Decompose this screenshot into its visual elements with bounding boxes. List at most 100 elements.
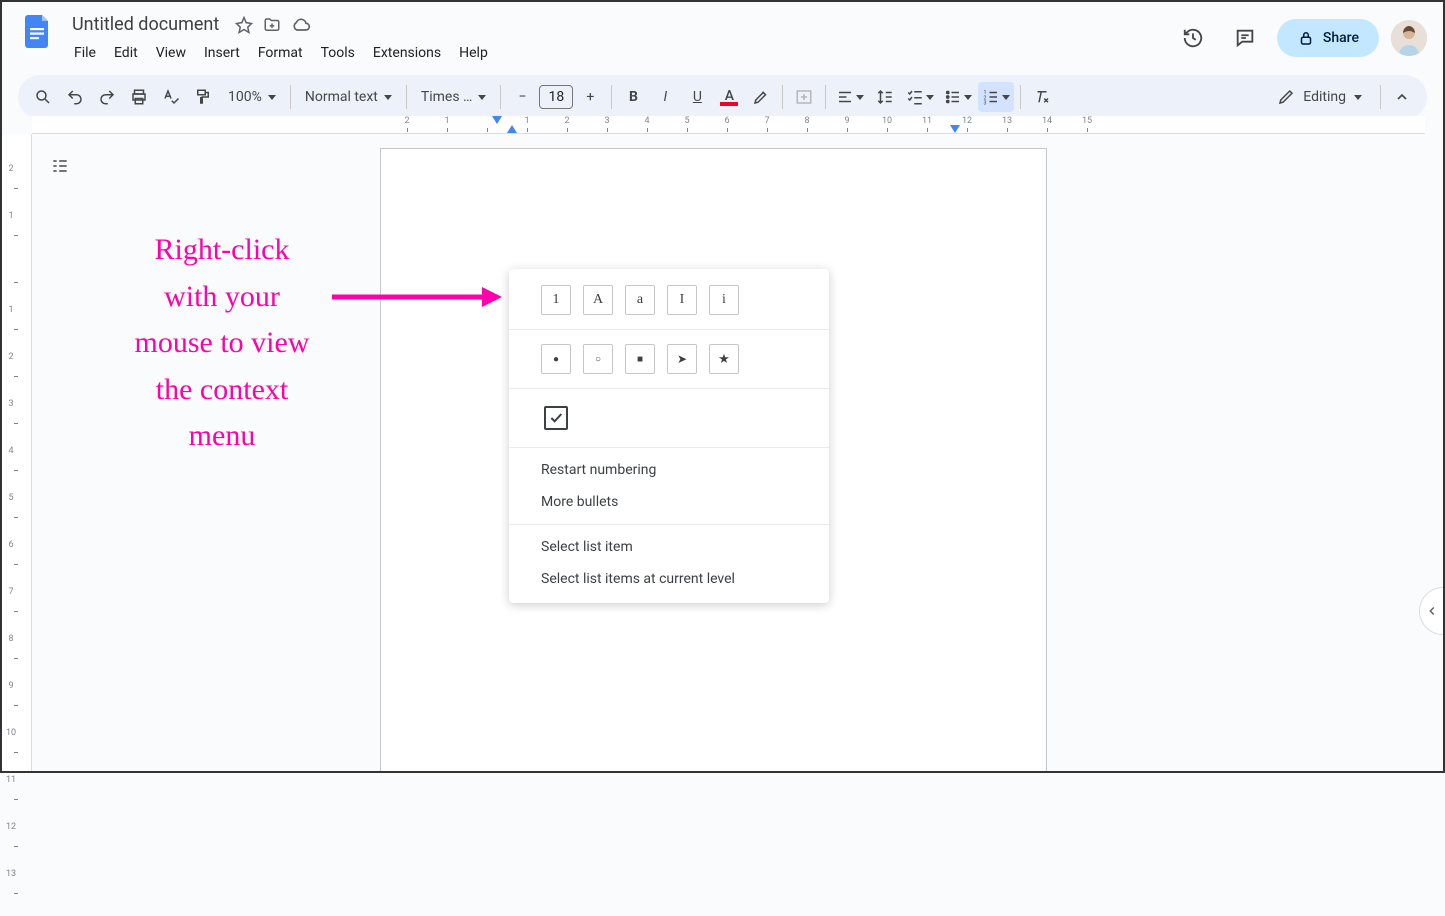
line-spacing-button[interactable] bbox=[870, 82, 900, 112]
horizontal-ruler[interactable]: 2 1 1 2 3 4 5 6 7 8 9 10 11 12 13 14 15 bbox=[32, 116, 1425, 134]
restart-numbering-item[interactable]: Restart numbering bbox=[509, 454, 829, 486]
font-size-increase[interactable]: + bbox=[575, 82, 605, 112]
font-size-decrease[interactable]: − bbox=[507, 82, 537, 112]
menu-format[interactable]: Format bbox=[250, 41, 311, 65]
outline-toggle-icon[interactable] bbox=[42, 148, 78, 184]
ruler-tick: 2 bbox=[2, 352, 20, 399]
undo-icon[interactable] bbox=[60, 82, 90, 112]
separator bbox=[509, 447, 829, 448]
separator bbox=[1380, 85, 1381, 109]
svg-text:3: 3 bbox=[984, 101, 987, 107]
print-icon[interactable] bbox=[124, 82, 154, 112]
font-select[interactable]: Times … bbox=[413, 89, 495, 105]
menu-insert[interactable]: Insert bbox=[196, 41, 248, 65]
docs-logo-icon[interactable] bbox=[18, 10, 58, 50]
highlight-button[interactable] bbox=[746, 82, 776, 112]
bullet-star[interactable]: ★ bbox=[709, 344, 739, 374]
separator bbox=[290, 85, 291, 109]
number-style-A[interactable]: A bbox=[583, 285, 613, 315]
redo-icon[interactable] bbox=[92, 82, 122, 112]
history-icon[interactable] bbox=[1173, 18, 1213, 58]
zoom-select[interactable]: 100% bbox=[220, 89, 284, 105]
italic-button[interactable]: I bbox=[650, 82, 680, 112]
paint-format-icon[interactable] bbox=[188, 82, 218, 112]
document-page[interactable]: 1 A a I i ● ○ ■ ➤ ★ bbox=[380, 148, 1047, 771]
ruler-tick: 7 bbox=[2, 587, 20, 634]
ruler-tick: 6 bbox=[2, 540, 20, 587]
select-list-item[interactable]: Select list item bbox=[509, 531, 829, 563]
avatar[interactable] bbox=[1391, 20, 1427, 56]
bulleted-list-button[interactable] bbox=[940, 82, 976, 112]
more-bullets-item[interactable]: More bullets bbox=[509, 486, 829, 518]
ruler-tick bbox=[2, 258, 20, 305]
cloud-status-icon[interactable] bbox=[291, 15, 311, 35]
separator bbox=[509, 524, 829, 525]
spellcheck-icon[interactable] bbox=[156, 82, 186, 112]
toolbar: 100% Normal text Times … − 18 + B I U A … bbox=[18, 75, 1427, 119]
ruler-tick: 14 bbox=[1027, 116, 1067, 126]
clear-formatting-button[interactable] bbox=[1027, 82, 1057, 112]
title-area: Untitled document File Edit View Insert … bbox=[66, 10, 1173, 67]
separator bbox=[611, 85, 612, 109]
number-style-I[interactable]: I bbox=[667, 285, 697, 315]
ruler-tick: 2 bbox=[547, 116, 587, 126]
share-label: Share bbox=[1323, 30, 1359, 46]
number-style-a[interactable]: a bbox=[625, 285, 655, 315]
ruler-tick: 11 bbox=[2, 775, 20, 822]
ruler-tick: 13 bbox=[2, 869, 20, 916]
ruler-tick: 1 bbox=[2, 305, 20, 352]
vertical-ruler[interactable]: 2 1 1 2 3 4 5 6 7 8 9 10 11 12 13 bbox=[2, 134, 32, 771]
text-color-button[interactable]: A bbox=[714, 82, 744, 112]
collapse-toolbar-icon[interactable] bbox=[1387, 82, 1417, 112]
number-style-i[interactable]: i bbox=[709, 285, 739, 315]
bullet-arrow[interactable]: ➤ bbox=[667, 344, 697, 374]
separator bbox=[825, 85, 826, 109]
separator bbox=[1020, 85, 1021, 109]
separator bbox=[509, 388, 829, 389]
share-button[interactable]: Share bbox=[1277, 19, 1379, 57]
checklist-option[interactable] bbox=[544, 406, 568, 430]
document-area[interactable]: 1 A a I i ● ○ ■ ➤ ★ bbox=[32, 134, 1425, 771]
select-list-level-item[interactable]: Select list items at current level bbox=[509, 563, 829, 595]
separator bbox=[406, 85, 407, 109]
font-size-group: − 18 + bbox=[507, 82, 605, 112]
menu-view[interactable]: View bbox=[148, 41, 194, 65]
menu-edit[interactable]: Edit bbox=[106, 41, 146, 65]
font-size-input[interactable]: 18 bbox=[539, 85, 573, 109]
checklist-row bbox=[509, 395, 829, 441]
search-icon[interactable] bbox=[28, 82, 58, 112]
insert-image-icon[interactable] bbox=[789, 82, 819, 112]
ruler-tick: 3 bbox=[587, 116, 627, 126]
document-title[interactable]: Untitled document bbox=[66, 12, 225, 37]
ruler-tick: 9 bbox=[2, 681, 20, 728]
ruler-tick: 6 bbox=[707, 116, 747, 126]
left-indent-marker[interactable] bbox=[507, 125, 517, 133]
number-style-1[interactable]: 1 bbox=[541, 285, 571, 315]
menu-tools[interactable]: Tools bbox=[313, 41, 363, 65]
ruler-tick: 5 bbox=[2, 493, 20, 540]
checklist-button[interactable] bbox=[902, 82, 938, 112]
paragraph-style-select[interactable]: Normal text bbox=[297, 89, 400, 105]
star-icon[interactable] bbox=[235, 16, 253, 34]
comments-icon[interactable] bbox=[1225, 18, 1265, 58]
bullet-circle[interactable]: ○ bbox=[583, 344, 613, 374]
bullet-square[interactable]: ■ bbox=[625, 344, 655, 374]
bold-button[interactable]: B bbox=[618, 82, 648, 112]
ruler-tick: 2 bbox=[387, 116, 427, 126]
menu-help[interactable]: Help bbox=[451, 41, 496, 65]
right-indent-marker[interactable] bbox=[950, 125, 960, 133]
ruler-tick: 4 bbox=[2, 446, 20, 493]
separator bbox=[509, 329, 829, 330]
align-button[interactable] bbox=[832, 82, 868, 112]
menu-file[interactable]: File bbox=[66, 41, 104, 65]
move-icon[interactable] bbox=[263, 16, 281, 34]
bullet-disc[interactable]: ● bbox=[541, 344, 571, 374]
ruler-tick: 13 bbox=[987, 116, 1027, 126]
menu-extensions[interactable]: Extensions bbox=[365, 41, 449, 65]
numbered-list-button[interactable]: 123 bbox=[978, 82, 1014, 112]
caret-icon bbox=[268, 95, 276, 100]
ruler-tick: 10 bbox=[867, 116, 907, 126]
first-line-indent-marker[interactable] bbox=[492, 116, 502, 124]
underline-button[interactable]: U bbox=[682, 82, 712, 112]
editing-mode-button[interactable]: Editing bbox=[1265, 84, 1374, 110]
